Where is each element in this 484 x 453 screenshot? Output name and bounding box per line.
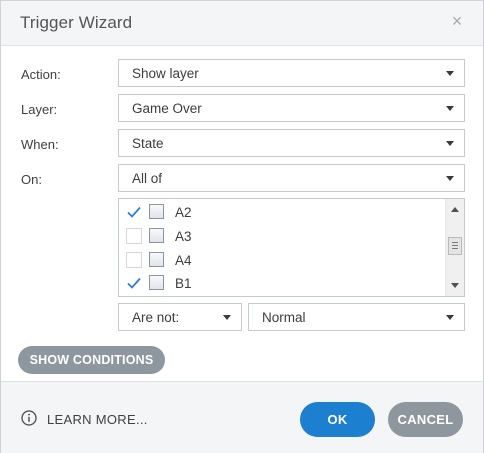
checkmark-icon — [127, 277, 141, 289]
list-item-label: A4 — [175, 253, 192, 268]
scroll-up-icon[interactable] — [451, 207, 459, 212]
item-checkbox[interactable] — [126, 275, 142, 291]
when-select[interactable]: State — [118, 129, 465, 157]
action-select[interactable]: Show layer — [118, 59, 465, 87]
title-bar: Trigger Wizard × — [1, 1, 483, 46]
object-thumbnail — [149, 204, 164, 219]
chevron-down-icon — [446, 141, 454, 146]
chevron-down-icon — [223, 315, 231, 320]
list-scrollbar[interactable] — [445, 199, 464, 296]
list-item-label: A2 — [175, 205, 192, 220]
checkmark-icon — [127, 206, 141, 218]
action-label: Action: — [21, 67, 61, 82]
list-item[interactable]: A2 — [119, 201, 444, 224]
cancel-button[interactable]: CANCEL — [388, 402, 463, 437]
when-label: When: — [21, 137, 59, 152]
on-label: On: — [21, 172, 42, 187]
layer-label: Layer: — [21, 102, 58, 117]
state-select-value: Normal — [262, 310, 306, 325]
list-item[interactable]: A3 — [119, 225, 444, 248]
item-checkbox[interactable] — [126, 228, 142, 244]
list-item[interactable]: B1 — [119, 272, 444, 295]
dialog-title: Trigger Wizard — [20, 13, 133, 32]
action-select-value: Show layer — [132, 66, 199, 81]
chevron-down-icon — [446, 315, 454, 320]
on-select[interactable]: All of — [118, 164, 465, 192]
list-item-label: A3 — [175, 229, 192, 244]
object-thumbnail — [149, 228, 164, 243]
when-select-value: State — [132, 136, 164, 151]
dialog-footer: LEARN MORE... OK CANCEL — [1, 381, 483, 453]
objects-listbox[interactable]: A2 A3 A4 B1 — [118, 198, 465, 297]
info-icon[interactable] — [21, 410, 37, 426]
object-thumbnail — [149, 275, 164, 290]
item-checkbox[interactable] — [126, 252, 142, 268]
chevron-down-icon — [446, 176, 454, 181]
state-select[interactable]: Normal — [248, 303, 465, 331]
scroll-down-icon[interactable] — [451, 283, 459, 288]
ok-button[interactable]: OK — [300, 402, 375, 437]
layer-select-value: Game Over — [132, 101, 202, 116]
operator-select[interactable]: Are not: — [118, 303, 242, 331]
learn-more-link[interactable]: LEARN MORE... — [47, 412, 148, 427]
item-checkbox[interactable] — [126, 204, 142, 220]
scrollbar-thumb[interactable] — [448, 237, 462, 255]
chevron-down-icon — [446, 106, 454, 111]
on-select-value: All of — [132, 171, 163, 186]
chevron-down-icon — [446, 71, 454, 76]
object-thumbnail — [149, 252, 164, 267]
operator-select-value: Are not: — [132, 310, 180, 325]
layer-select[interactable]: Game Over — [118, 94, 465, 122]
close-icon[interactable]: × — [449, 12, 465, 30]
show-conditions-button[interactable]: SHOW CONDITIONS — [18, 346, 165, 374]
trigger-wizard-dialog: Trigger Wizard × Action: Show layer Laye… — [0, 0, 484, 453]
list-item[interactable]: A4 — [119, 249, 444, 272]
list-item-label: B1 — [175, 276, 192, 291]
